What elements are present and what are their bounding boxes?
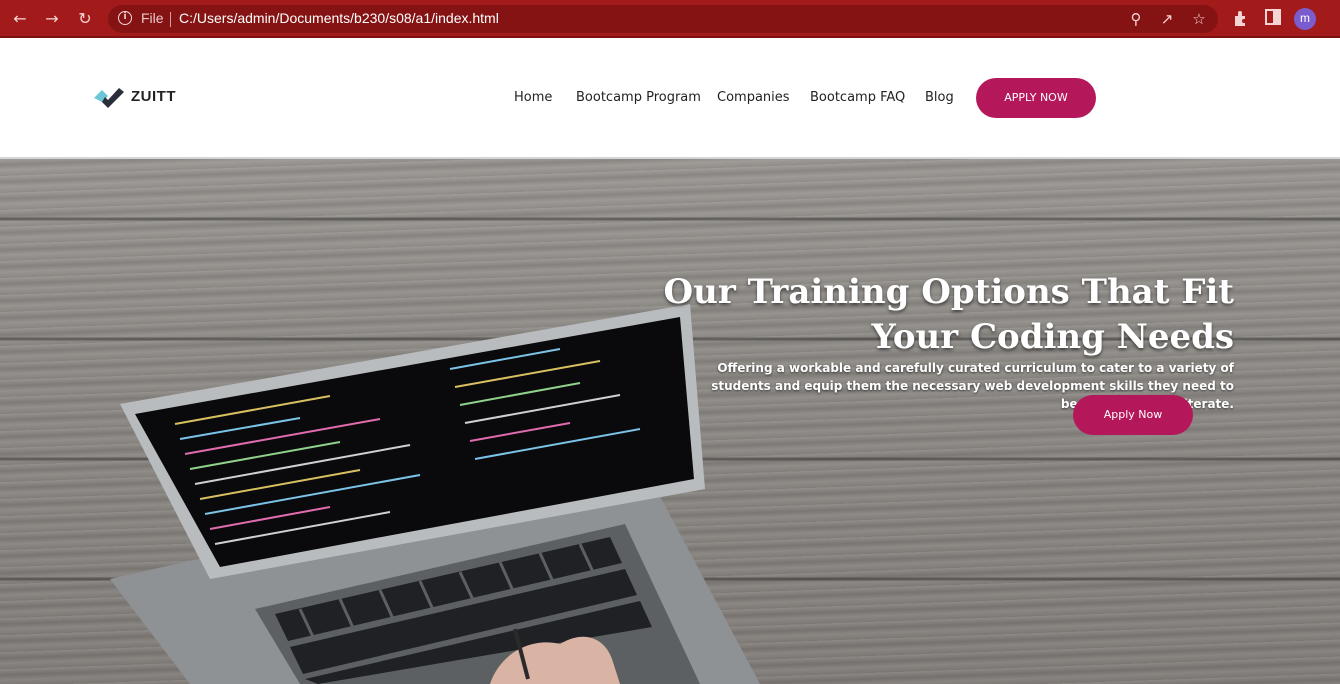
file-scheme-label: File [141, 10, 164, 26]
side-panel-icon[interactable] [1263, 9, 1283, 29]
nav-blog[interactable]: Blog [925, 90, 954, 105]
address-divider [170, 12, 171, 27]
site-navbar: ZUITT Home Bootcamp Program Companies Bo… [0, 38, 1340, 159]
reload-icon[interactable]: ↻ [75, 9, 95, 29]
apply-now-hero-button[interactable]: Apply Now [1073, 395, 1193, 435]
laptop-image [110, 304, 760, 684]
nav-bootcamp-faq[interactable]: Bootcamp FAQ [810, 90, 905, 105]
zoom-icon[interactable]: ⚲ [1127, 10, 1145, 28]
zuitt-logo[interactable]: ZUITT [92, 84, 182, 112]
nav-home[interactable]: Home [514, 90, 552, 105]
nav-bootcamp-program[interactable]: Bootcamp Program [576, 90, 701, 105]
url-text[interactable]: C:/Users/admin/Documents/b230/s08/a1/ind… [179, 10, 499, 26]
share-icon[interactable]: ↗ [1158, 10, 1176, 28]
hero-section: Our Training Options That Fit Your Codin… [0, 159, 1340, 684]
hero-title: Our Training Options That Fit Your Codin… [663, 272, 1234, 357]
apply-now-nav-button[interactable]: APPLY NOW [976, 78, 1096, 118]
zuitt-logo-icon [94, 88, 124, 108]
star-icon[interactable]: ☆ [1190, 10, 1208, 28]
info-icon[interactable]: i [118, 11, 132, 25]
address-bar[interactable]: i File C:/Users/admin/Documents/b230/s08… [108, 5, 1218, 33]
back-arrow-icon[interactable]: ← [10, 9, 30, 29]
extensions-icon[interactable] [1231, 9, 1251, 29]
browser-toolbar: ← → ↻ i File C:/Users/admin/Documents/b2… [0, 0, 1340, 38]
logo-text: ZUITT [131, 88, 176, 105]
nav-companies[interactable]: Companies [717, 90, 790, 105]
forward-arrow-icon[interactable]: → [42, 9, 62, 29]
profile-avatar[interactable]: m [1294, 8, 1316, 30]
